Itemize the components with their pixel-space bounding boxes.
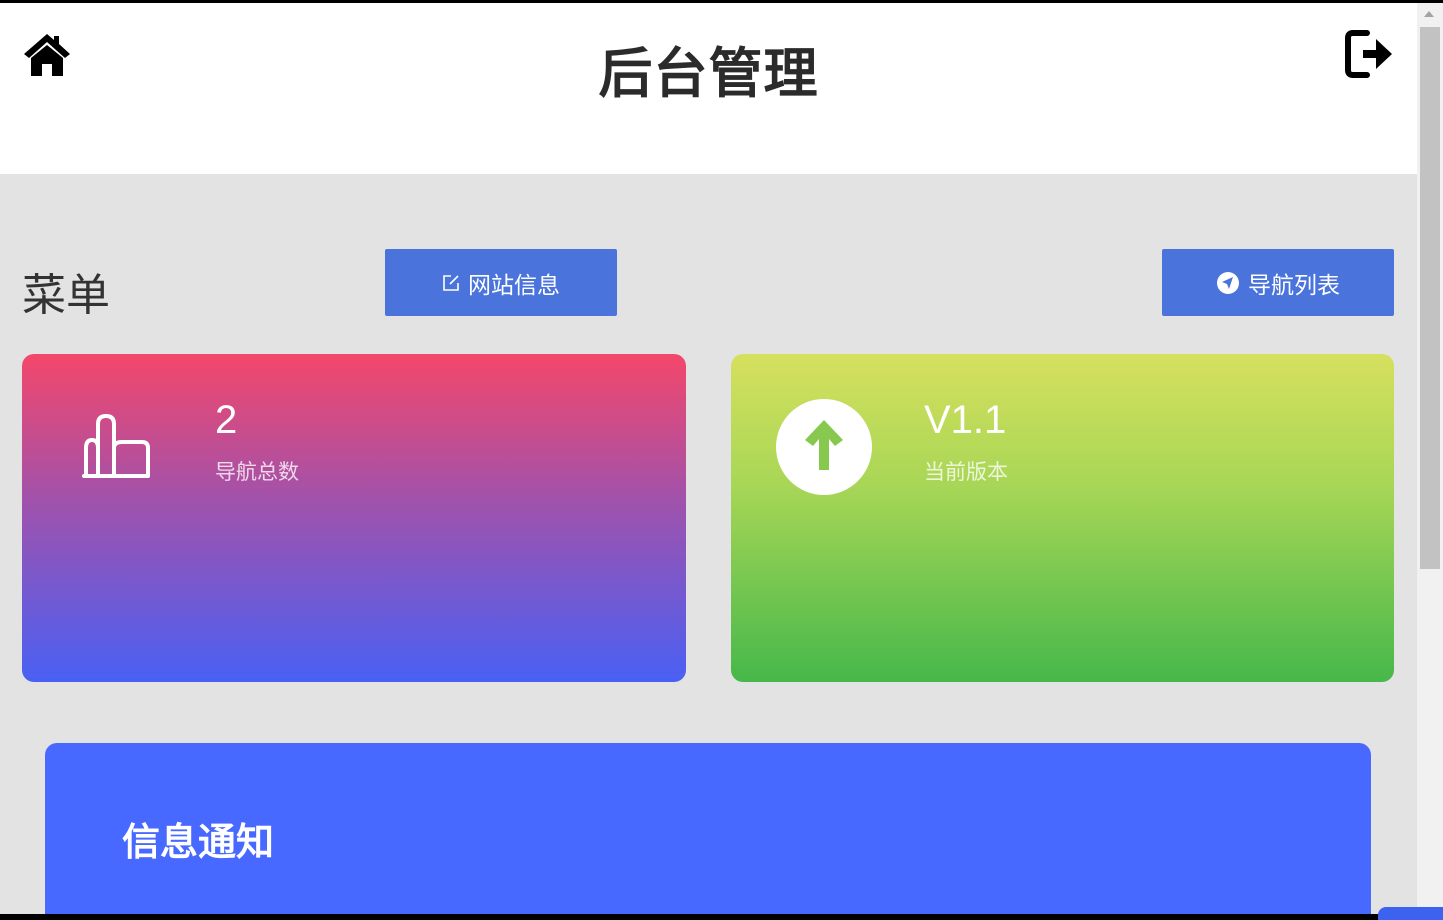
- site-info-label: 网站信息: [468, 272, 560, 299]
- page-viewport: 后台管理 菜单 网站信息 导航列表 2 导航总数 V1.1 当前版本 信息通知: [0, 3, 1417, 914]
- corner-widget: [1378, 907, 1443, 920]
- nav-list-label: 导航列表: [1248, 272, 1340, 299]
- version-card: V1.1 当前版本: [731, 354, 1394, 682]
- logout-icon: [1345, 30, 1392, 78]
- site-info-button[interactable]: 网站信息: [385, 249, 617, 316]
- scroll-up-arrow-icon[interactable]: [1424, 11, 1434, 17]
- menu-title: 菜单: [22, 270, 110, 321]
- notice-panel: 信息通知: [45, 743, 1371, 914]
- nav-total-card: 2 导航总数: [22, 354, 686, 682]
- location-arrow-icon: [1217, 271, 1239, 294]
- chart-bars-icon: [82, 413, 150, 478]
- nav-list-button[interactable]: 导航列表: [1162, 249, 1394, 316]
- edit-icon: [443, 274, 459, 291]
- nav-total-value: 2: [215, 398, 238, 442]
- page-title: 后台管理: [598, 42, 819, 105]
- scrollbar[interactable]: [1417, 3, 1443, 914]
- notice-title: 信息通知: [122, 820, 275, 864]
- nav-total-label: 导航总数: [215, 460, 299, 484]
- header: 后台管理: [0, 3, 1417, 174]
- scroll-thumb[interactable]: [1420, 27, 1440, 569]
- logout-button[interactable]: [1343, 27, 1397, 81]
- arrow-up-circle-icon: [776, 399, 872, 495]
- version-label: 当前版本: [924, 460, 1008, 484]
- version-value: V1.1: [924, 398, 1007, 442]
